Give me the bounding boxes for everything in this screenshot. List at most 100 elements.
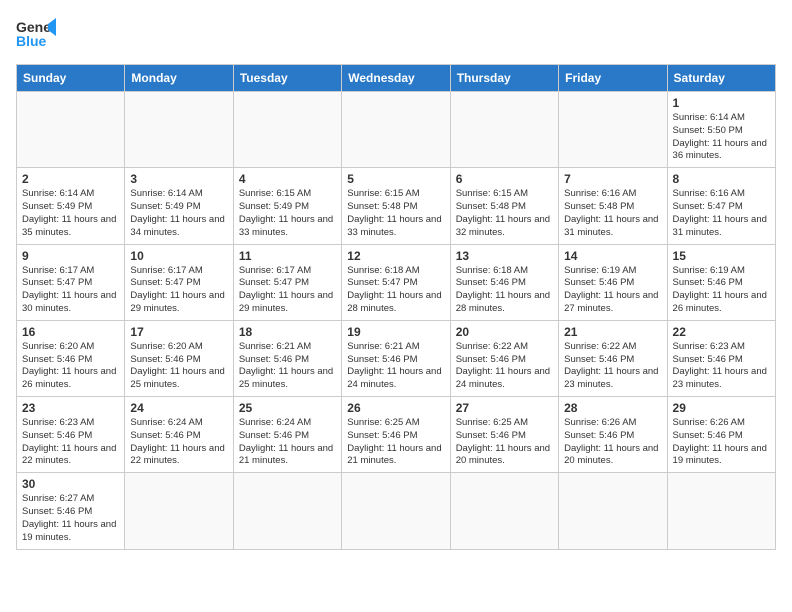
calendar-cell bbox=[125, 473, 233, 549]
calendar-cell: 28Sunrise: 6:26 AM Sunset: 5:46 PM Dayli… bbox=[559, 397, 667, 473]
date-number: 24 bbox=[130, 401, 227, 415]
cell-info: Sunrise: 6:17 AM Sunset: 5:47 PM Dayligh… bbox=[22, 265, 119, 316]
calendar-cell: 16 Sunrise: 6:20 AM Sunset: 5:46 PM Dayli… bbox=[17, 320, 125, 396]
calendar-cell bbox=[667, 473, 775, 549]
weekday-header: Thursday bbox=[450, 65, 558, 92]
page-header: General Blue bbox=[16, 16, 776, 52]
cell-info: Sunrise: 6:16 AM Sunset: 5:48 PM Dayligh… bbox=[564, 188, 661, 239]
cell-info: Sunrise: 6:25 AM Sunset: 5:46 PM Dayligh… bbox=[347, 417, 444, 468]
calendar-cell bbox=[125, 92, 233, 168]
calendar-cell: 27 Sunrise: 6:25 AM Sunset: 5:46 PM Dayli… bbox=[450, 397, 558, 473]
date-number: 2 bbox=[22, 172, 119, 186]
weekday-header: Sunday bbox=[17, 65, 125, 92]
date-number: 16 bbox=[22, 325, 119, 339]
calendar-cell: 17 Sunrise: 6:20 AM Sunset: 5:46 PM Dayli… bbox=[125, 320, 233, 396]
date-number: 19 bbox=[347, 325, 444, 339]
weekday-header: Wednesday bbox=[342, 65, 450, 92]
date-number: 7 bbox=[564, 172, 661, 186]
cell-info: Sunrise: 6:25 AM Sunset: 5:46 PM Dayligh… bbox=[456, 417, 553, 468]
cell-info: Sunrise: 6:15 AM Sunset: 5:48 PM Dayligh… bbox=[456, 188, 553, 239]
calendar-cell: 11 Sunrise: 6:17 AM Sunset: 5:47 PM Dayli… bbox=[233, 244, 341, 320]
date-number: 28 bbox=[564, 401, 661, 415]
cell-info: Sunrise: 6:24 AM Sunset: 5:46 PM Dayligh… bbox=[239, 417, 336, 468]
calendar-cell bbox=[17, 92, 125, 168]
calendar-cell: 26Sunrise: 6:25 AM Sunset: 5:46 PM Dayli… bbox=[342, 397, 450, 473]
calendar-cell: 30 Sunrise: 6:27 AM Sunset: 5:46 PM Dayli… bbox=[17, 473, 125, 549]
calendar-cell: 14Sunrise: 6:19 AM Sunset: 5:46 PM Dayli… bbox=[559, 244, 667, 320]
calendar-cell bbox=[450, 92, 558, 168]
weekday-header: Monday bbox=[125, 65, 233, 92]
date-number: 3 bbox=[130, 172, 227, 186]
calendar-cell bbox=[342, 92, 450, 168]
cell-info: Sunrise: 6:22 AM Sunset: 5:46 PM Dayligh… bbox=[564, 341, 661, 392]
weekday-header: Tuesday bbox=[233, 65, 341, 92]
logo-icon: General Blue bbox=[16, 16, 56, 52]
calendar-cell: 22 Sunrise: 6:23 AM Sunset: 5:46 PM Dayli… bbox=[667, 320, 775, 396]
cell-info: Sunrise: 6:19 AM Sunset: 5:46 PM Dayligh… bbox=[564, 265, 661, 316]
calendar-cell: 10Sunrise: 6:17 AM Sunset: 5:47 PM Dayli… bbox=[125, 244, 233, 320]
cell-info: Sunrise: 6:20 AM Sunset: 5:46 PM Dayligh… bbox=[22, 341, 119, 392]
calendar-cell: 6 Sunrise: 6:15 AM Sunset: 5:48 PM Daylig… bbox=[450, 168, 558, 244]
cell-info: Sunrise: 6:18 AM Sunset: 5:47 PM Dayligh… bbox=[347, 265, 444, 316]
date-number: 17 bbox=[130, 325, 227, 339]
calendar-cell bbox=[450, 473, 558, 549]
calendar-cell bbox=[233, 473, 341, 549]
cell-info: Sunrise: 6:21 AM Sunset: 5:46 PM Dayligh… bbox=[347, 341, 444, 392]
date-number: 15 bbox=[673, 249, 770, 263]
calendar-header: SundayMondayTuesdayWednesdayThursdayFrid… bbox=[17, 65, 776, 92]
date-number: 30 bbox=[22, 477, 119, 491]
date-number: 27 bbox=[456, 401, 553, 415]
date-number: 23 bbox=[22, 401, 119, 415]
calendar-cell: 12 Sunrise: 6:18 AM Sunset: 5:47 PM Dayli… bbox=[342, 244, 450, 320]
cell-info: Sunrise: 6:19 AM Sunset: 5:46 PM Dayligh… bbox=[673, 265, 770, 316]
date-number: 11 bbox=[239, 249, 336, 263]
weekday-header: Friday bbox=[559, 65, 667, 92]
cell-info: Sunrise: 6:14 AM Sunset: 5:50 PM Dayligh… bbox=[673, 112, 770, 163]
cell-info: Sunrise: 6:14 AM Sunset: 5:49 PM Dayligh… bbox=[130, 188, 227, 239]
cell-info: Sunrise: 6:18 AM Sunset: 5:46 PM Dayligh… bbox=[456, 265, 553, 316]
date-number: 1 bbox=[673, 96, 770, 110]
calendar-cell bbox=[342, 473, 450, 549]
date-number: 18 bbox=[239, 325, 336, 339]
cell-info: Sunrise: 6:21 AM Sunset: 5:46 PM Dayligh… bbox=[239, 341, 336, 392]
cell-info: Sunrise: 6:17 AM Sunset: 5:47 PM Dayligh… bbox=[239, 265, 336, 316]
calendar-table: SundayMondayTuesdayWednesdayThursdayFrid… bbox=[16, 64, 776, 550]
calendar-cell bbox=[233, 92, 341, 168]
date-number: 22 bbox=[673, 325, 770, 339]
calendar-cell: 1 Sunrise: 6:14 AM Sunset: 5:50 PM Daylig… bbox=[667, 92, 775, 168]
calendar-cell: 29 Sunrise: 6:26 AM Sunset: 5:46 PM Dayli… bbox=[667, 397, 775, 473]
calendar-cell: 19 Sunrise: 6:21 AM Sunset: 5:46 PM Dayli… bbox=[342, 320, 450, 396]
date-number: 8 bbox=[673, 172, 770, 186]
cell-info: Sunrise: 6:15 AM Sunset: 5:49 PM Dayligh… bbox=[239, 188, 336, 239]
cell-info: Sunrise: 6:16 AM Sunset: 5:47 PM Dayligh… bbox=[673, 188, 770, 239]
date-number: 13 bbox=[456, 249, 553, 263]
calendar-cell: 4 Sunrise: 6:15 AM Sunset: 5:49 PM Daylig… bbox=[233, 168, 341, 244]
logo: General Blue bbox=[16, 16, 56, 52]
calendar-cell: 18 Sunrise: 6:21 AM Sunset: 5:46 PM Dayli… bbox=[233, 320, 341, 396]
calendar-cell: 13 Sunrise: 6:18 AM Sunset: 5:46 PM Dayli… bbox=[450, 244, 558, 320]
calendar-cell bbox=[559, 473, 667, 549]
cell-info: Sunrise: 6:20 AM Sunset: 5:46 PM Dayligh… bbox=[130, 341, 227, 392]
calendar-cell: 20Sunrise: 6:22 AM Sunset: 5:46 PM Dayli… bbox=[450, 320, 558, 396]
date-number: 5 bbox=[347, 172, 444, 186]
calendar-cell bbox=[559, 92, 667, 168]
date-number: 21 bbox=[564, 325, 661, 339]
date-number: 6 bbox=[456, 172, 553, 186]
cell-info: Sunrise: 6:26 AM Sunset: 5:46 PM Dayligh… bbox=[673, 417, 770, 468]
date-number: 12 bbox=[347, 249, 444, 263]
calendar-cell: 8 Sunrise: 6:16 AM Sunset: 5:47 PM Daylig… bbox=[667, 168, 775, 244]
cell-info: Sunrise: 6:23 AM Sunset: 5:46 PM Dayligh… bbox=[673, 341, 770, 392]
calendar-cell: 9 Sunrise: 6:17 AM Sunset: 5:47 PM Daylig… bbox=[17, 244, 125, 320]
cell-info: Sunrise: 6:27 AM Sunset: 5:46 PM Dayligh… bbox=[22, 493, 119, 544]
cell-info: Sunrise: 6:23 AM Sunset: 5:46 PM Dayligh… bbox=[22, 417, 119, 468]
calendar-cell: 21 Sunrise: 6:22 AM Sunset: 5:46 PM Dayli… bbox=[559, 320, 667, 396]
cell-info: Sunrise: 6:22 AM Sunset: 5:46 PM Dayligh… bbox=[456, 341, 553, 392]
cell-info: Sunrise: 6:24 AM Sunset: 5:46 PM Dayligh… bbox=[130, 417, 227, 468]
date-number: 25 bbox=[239, 401, 336, 415]
calendar-cell: 25 Sunrise: 6:24 AM Sunset: 5:46 PM Dayli… bbox=[233, 397, 341, 473]
date-number: 29 bbox=[673, 401, 770, 415]
date-number: 4 bbox=[239, 172, 336, 186]
date-number: 9 bbox=[22, 249, 119, 263]
calendar-cell: 7 Sunrise: 6:16 AM Sunset: 5:48 PM Daylig… bbox=[559, 168, 667, 244]
date-number: 10 bbox=[130, 249, 227, 263]
